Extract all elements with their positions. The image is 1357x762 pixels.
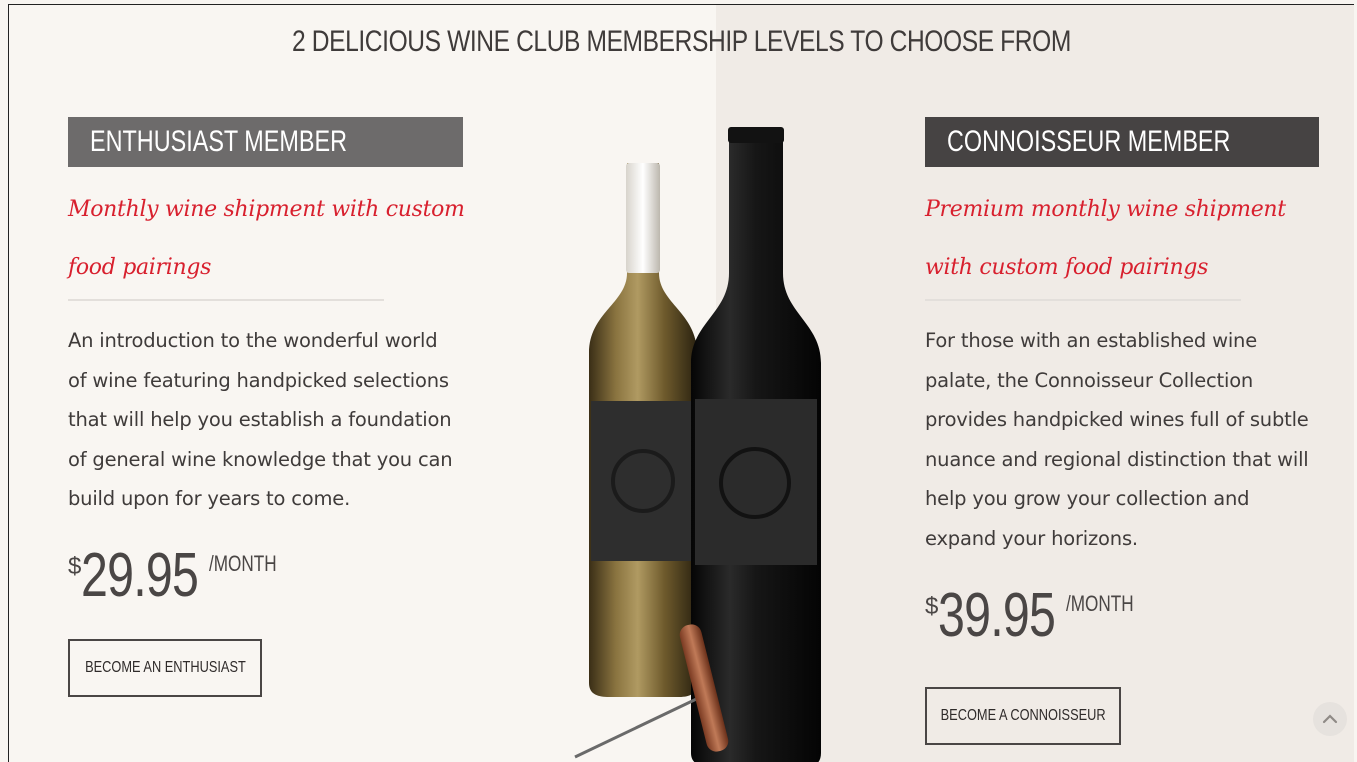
- connoisseur-tagline-line2: with custom food pairings: [925, 255, 1209, 280]
- currency-symbol: $: [925, 593, 939, 620]
- description-line: that will help you establish a foundatio…: [68, 408, 452, 431]
- description-line: build upon for years to come.: [68, 487, 351, 510]
- connoisseur-divider: [925, 299, 1241, 301]
- price-period: /MONTH: [1066, 591, 1135, 616]
- price-amount: 39.95: [938, 581, 1056, 650]
- wine-bottles-image: [574, 127, 821, 762]
- page-headline: 2 DELICIOUS WINE CLUB MEMBERSHIP LEVELS …: [292, 25, 1071, 58]
- connoisseur-title-bar: CONNOISSEUR MEMBER: [925, 117, 1319, 167]
- enthusiast-tagline-line1: Monthly wine shipment with custom: [68, 197, 465, 222]
- become-connoisseur-button[interactable]: BECOME A CONNOISSEUR: [925, 687, 1121, 745]
- enthusiast-description: An introduction to the wonderful world o…: [68, 321, 453, 519]
- description-line: palate, the Connoisseur Collection: [925, 368, 1254, 392]
- description-line: For those with an established wine: [925, 329, 1258, 352]
- button-label: BECOME AN ENTHUSIAST: [84, 659, 246, 676]
- description-line: expand your horizons.: [925, 526, 1138, 550]
- connoisseur-title: CONNOISSEUR MEMBER: [947, 125, 1231, 158]
- become-enthusiast-button[interactable]: BECOME AN ENTHUSIAST: [68, 639, 262, 697]
- description-line: of wine featuring handpicked selections: [68, 368, 449, 392]
- connoisseur-price: $ 39.95 /MONTH: [925, 585, 1153, 647]
- scroll-to-top-button[interactable]: [1313, 702, 1347, 736]
- currency-symbol: $: [68, 553, 82, 580]
- description-line: of general wine knowledge that you can: [68, 447, 453, 471]
- button-label: BECOME A CONNOISSEUR: [940, 707, 1106, 724]
- page-frame: 2 DELICIOUS WINE CLUB MEMBERSHIP LEVELS …: [8, 4, 1354, 762]
- description-line: provides handpicked wines full of subtle: [925, 408, 1309, 431]
- enthusiast-price: $ 29.95 /MONTH: [68, 545, 296, 607]
- connoisseur-description: For those with an established wine palat…: [925, 321, 1309, 558]
- enthusiast-divider: [68, 299, 384, 301]
- connoisseur-tagline-line1: Premium monthly wine shipment: [925, 197, 1286, 222]
- enthusiast-title: ENTHUSIAST MEMBER: [90, 125, 348, 158]
- price-period: /MONTH: [209, 551, 278, 576]
- description-line: help you grow your collection and: [925, 487, 1250, 510]
- description-line: nuance and regional distinction that wil…: [925, 447, 1309, 471]
- enthusiast-tagline-line2: food pairings: [68, 255, 212, 280]
- enthusiast-title-bar: ENTHUSIAST MEMBER: [68, 117, 463, 167]
- price-amount: 29.95: [81, 541, 199, 610]
- chevron-up-icon: [1322, 714, 1338, 724]
- description-line: An introduction to the wonderful world: [68, 329, 438, 352]
